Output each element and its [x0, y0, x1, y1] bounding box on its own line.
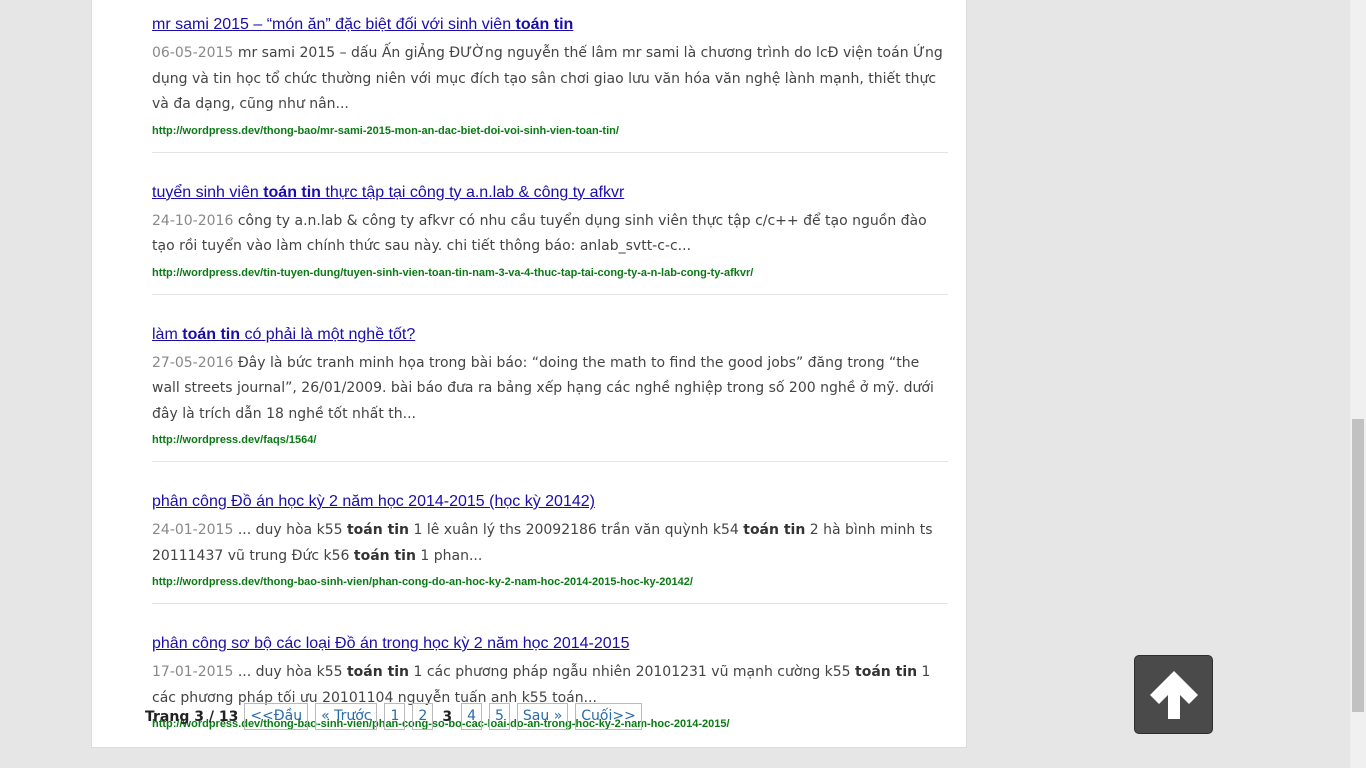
result-snippet-text: 1 phan... — [415, 547, 483, 564]
result-title-text: thực tập tại công ty a.n.lab & công ty a… — [320, 183, 625, 201]
result-date: 06-05-2015 — [152, 45, 234, 61]
pagination-page-2[interactable]: 2 — [412, 703, 434, 730]
result-url[interactable]: http://wordpress.dev/faqs/1564/ — [152, 433, 948, 447]
pagination-last[interactable]: Cuối>> — [575, 703, 642, 730]
pagination: Trang 3 / 13 <<Đầu « Trước 1 2 3 4 5 Sau… — [145, 703, 649, 730]
result-snippet-highlight: toán tin — [353, 547, 416, 564]
result-snippet-text: Đây là bức tranh minh họa trong bài báo:… — [152, 354, 934, 422]
result-item: tuyển sinh viên toán tin thực tập tại cô… — [152, 169, 948, 295]
result-snippet-highlight: toán tin — [346, 522, 410, 538]
pagination-current-page: 3 — [442, 708, 453, 725]
result-snippet: 24-01-2015 ... duy hòa k55 toán tin 1 lê… — [152, 518, 948, 569]
result-title-link[interactable]: mr sami 2015 – “món ăn” đặc biệt đối với… — [152, 15, 573, 35]
result-title-highlight: toán tin — [263, 183, 321, 201]
result-url[interactable]: http://wordpress.dev/thong-bao/mr-sami-2… — [152, 124, 948, 138]
result-snippet: 27-05-2016 Đây là bức tranh minh họa tro… — [152, 351, 948, 428]
result-snippet-highlight: toán tin — [346, 664, 410, 680]
result-snippet-text: công ty a.n.lab & công ty afkvr có nhu c… — [152, 212, 927, 255]
result-snippet-text: 1 các phương pháp ngẫu nhiên 20101231 vũ… — [409, 664, 856, 680]
result-title-text: phân công Đồ án học kỳ 2 năm học 2014-20… — [152, 493, 595, 510]
result-title-text: mr sami 2015 – “món ăn” đặc biệt đối với… — [152, 16, 516, 33]
scrollbar-thumb[interactable] — [1352, 419, 1364, 712]
pagination-page-5[interactable]: 5 — [489, 703, 510, 730]
pagination-next[interactable]: Sau » — [516, 703, 569, 730]
back-to-top-button[interactable] — [1134, 655, 1213, 734]
result-snippet-text: mr sami 2015 – dấu Ấn giẢng ĐƯỜng nguyễn… — [152, 45, 943, 112]
pagination-label: Trang 3 / 13 — [145, 708, 239, 725]
result-title-link[interactable]: phân công Đồ án học kỳ 2 năm học 2014-20… — [152, 492, 595, 512]
result-url[interactable]: http://wordpress.dev/tin-tuyen-dung/tuye… — [152, 266, 948, 280]
result-snippet-highlight: toán tin — [855, 664, 918, 680]
result-date: 17-01-2015 — [152, 664, 234, 680]
result-title-text: có phải là một nghề tốt? — [240, 325, 416, 343]
result-title-link[interactable]: phân công sơ bộ các loại Đồ án trong học… — [152, 634, 629, 654]
result-date: 27-05-2016 — [152, 354, 234, 371]
result-title-text: phân công sơ bộ các loại Đồ án trong học… — [152, 635, 630, 652]
result-url[interactable]: http://wordpress.dev/thong-bao-sinh-vien… — [152, 575, 948, 589]
result-item: mr sami 2015 – “món ăn” đặc biệt đối với… — [152, 1, 948, 153]
result-snippet-text: 1 lê xuân lý ths 20092186 trần văn quỳnh… — [409, 522, 744, 538]
result-snippet: 06-05-2015 mr sami 2015 – dấu Ấn giẢng Đ… — [152, 41, 948, 118]
pagination-page-4[interactable]: 4 — [461, 703, 482, 730]
pagination-first[interactable]: <<Đầu — [244, 703, 309, 730]
result-snippet-text: ... duy hòa k55 — [233, 664, 347, 680]
result-date: 24-01-2015 — [152, 522, 234, 538]
result-title-highlight: toán tin — [515, 16, 574, 33]
result-snippet: 24-10-2016 công ty a.n.lab & công ty afk… — [152, 209, 948, 260]
result-item: làm toán tin có phải là một nghề tốt? 27… — [152, 311, 948, 462]
result-snippet-highlight: toán tin — [743, 522, 806, 538]
result-snippet-text: ... duy hòa k55 — [233, 522, 347, 538]
result-title-link[interactable]: làm toán tin có phải là một nghề tốt? — [152, 325, 415, 345]
arrow-up-icon — [1149, 670, 1198, 719]
pagination-prev[interactable]: « Trước — [315, 703, 378, 730]
result-title-link[interactable]: tuyển sinh viên toán tin thực tập tại cô… — [152, 183, 624, 203]
result-title-highlight: toán tin — [182, 325, 240, 343]
search-results-panel: mr sami 2015 – “món ăn” đặc biệt đối với… — [91, 0, 967, 748]
results-list: mr sami 2015 – “món ăn” đặc biệt đối với… — [152, 0, 948, 761]
result-title-text: tuyển sinh viên — [152, 183, 264, 201]
result-date: 24-10-2016 — [152, 212, 234, 229]
result-title-text: làm — [152, 325, 183, 343]
pagination-page-1[interactable]: 1 — [384, 703, 406, 730]
vertical-scrollbar[interactable] — [1350, 0, 1366, 768]
result-item: phân công Đồ án học kỳ 2 năm học 2014-20… — [152, 478, 948, 604]
